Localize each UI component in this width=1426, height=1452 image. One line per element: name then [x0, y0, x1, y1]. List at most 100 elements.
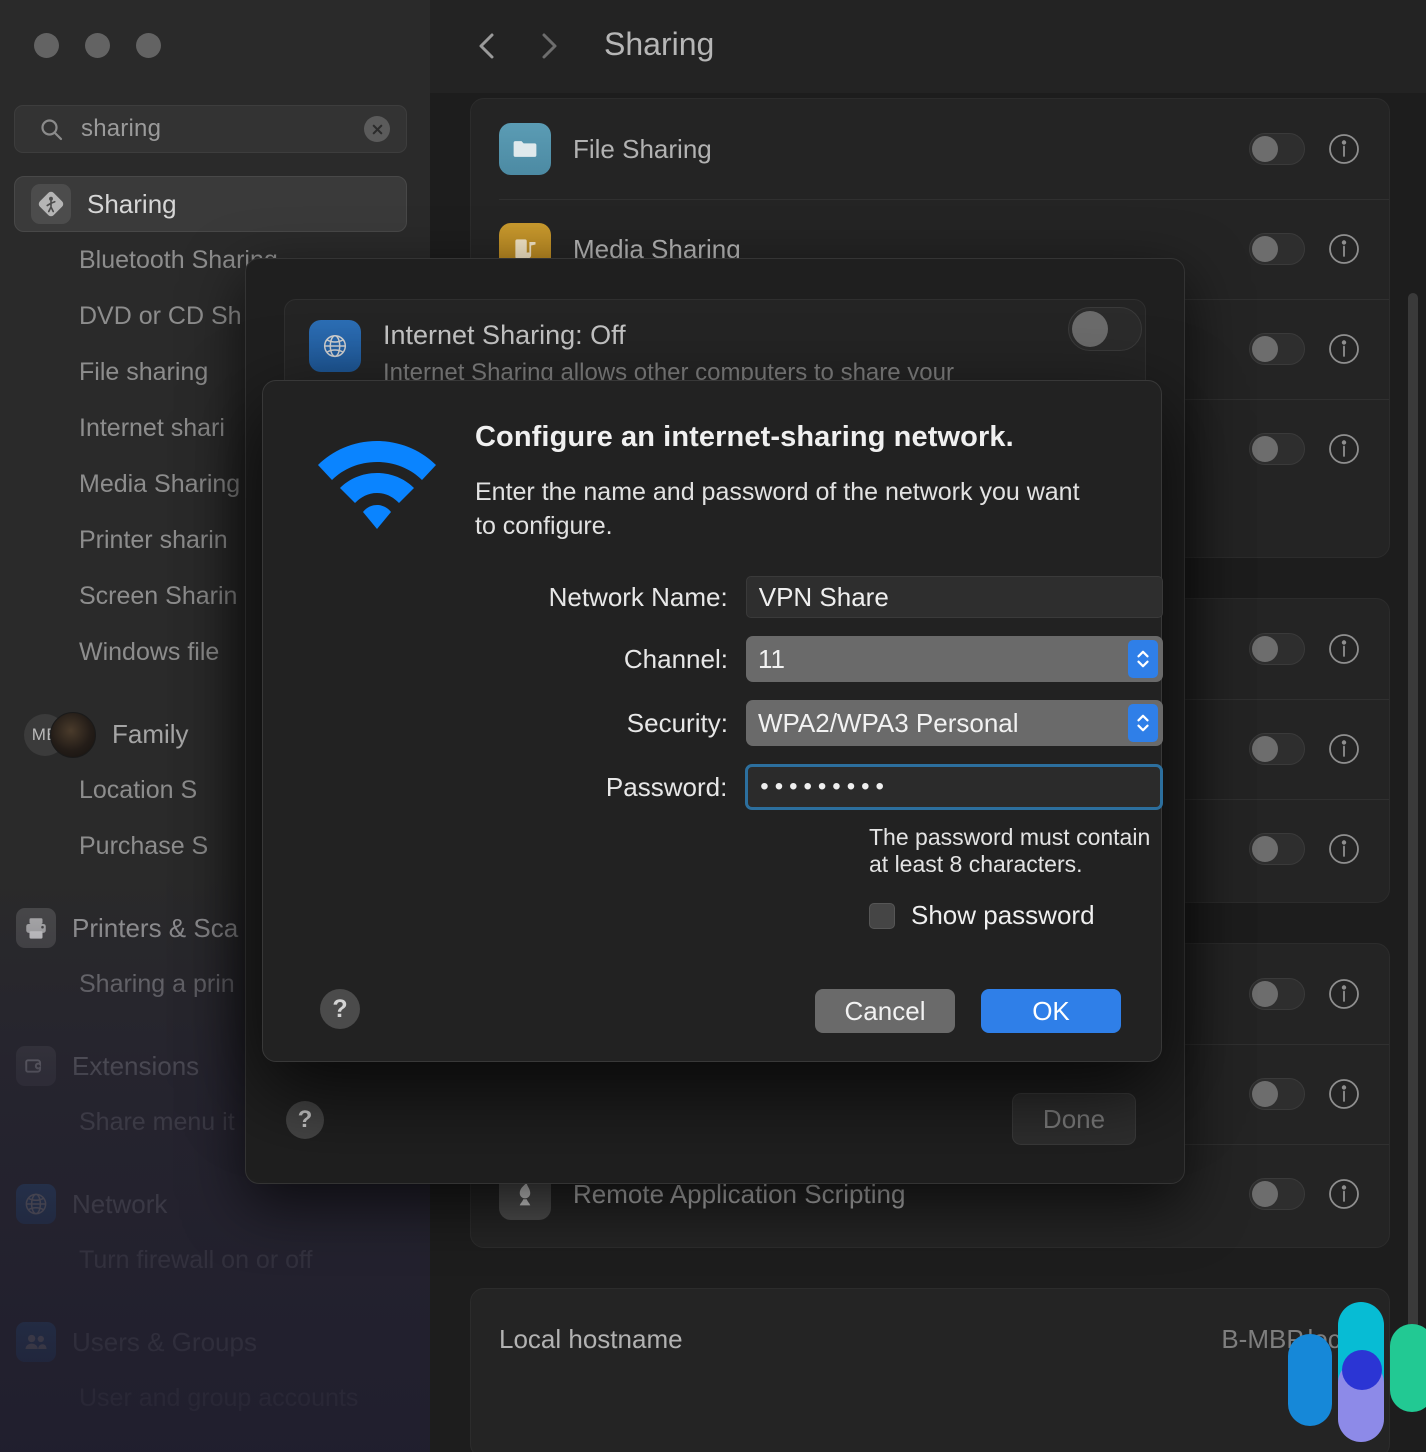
help-button[interactable]: ? — [320, 989, 360, 1029]
chevron-right-icon[interactable] — [532, 24, 566, 68]
waveform-bar-blue — [1288, 1334, 1332, 1426]
sidebar-item-label: User and group accounts — [79, 1384, 358, 1413]
network-name-input[interactable]: VPN Share — [746, 576, 1163, 618]
toggle-service[interactable] — [1249, 833, 1305, 865]
info-icon[interactable] — [1327, 832, 1361, 866]
zoom-window-button[interactable] — [136, 33, 161, 58]
sidebar-item-network[interactable]: Network — [0, 1176, 430, 1232]
channel-value: 11 — [758, 644, 785, 675]
cancel-button[interactable]: Cancel — [815, 989, 955, 1033]
sidebar-item-label: Sharing a prin — [79, 970, 235, 999]
done-button[interactable]: Done — [1012, 1093, 1136, 1145]
ok-button[interactable]: OK — [981, 989, 1121, 1033]
hostname-card: Local hostname B-MBP.local — [470, 1288, 1390, 1452]
dialog-header: Configure an internet-sharing network. E… — [475, 421, 1095, 544]
avatar-photo — [50, 712, 96, 758]
info-icon[interactable] — [1327, 977, 1361, 1011]
users-icon — [16, 1322, 56, 1362]
security-label: Security: — [263, 708, 746, 739]
info-icon[interactable] — [1327, 232, 1361, 266]
dialog-title: Configure an internet-sharing network. — [475, 421, 1095, 454]
sidebar-item-label: Purchase S — [79, 832, 208, 861]
configure-network-dialog: Configure an internet-sharing network. E… — [262, 380, 1162, 1062]
waveform-dot-indigo — [1342, 1350, 1382, 1390]
toggle-service[interactable] — [1249, 433, 1305, 465]
search-field[interactable]: sharing — [14, 105, 407, 153]
page-title: Sharing — [604, 26, 714, 63]
table-row[interactable]: File Sharing — [471, 99, 1389, 199]
row-controls — [1249, 732, 1389, 766]
toggle-remote-application-scripting[interactable] — [1249, 1178, 1305, 1210]
chevron-updown-icon[interactable] — [1128, 704, 1158, 742]
password-label: Password: — [263, 772, 745, 803]
sidebar-item-label: Family — [112, 719, 189, 750]
sidebar-item-turn-firewall[interactable]: Turn firewall on or off — [0, 1232, 430, 1288]
avatar: ME — [24, 712, 96, 756]
sidebar-item-label: Location S — [79, 776, 197, 805]
show-password-label: Show password — [911, 900, 1095, 931]
toggle-service[interactable] — [1249, 978, 1305, 1010]
toggle-file-sharing[interactable] — [1249, 133, 1305, 165]
help-button[interactable]: ? — [286, 1101, 324, 1139]
row-controls — [1249, 832, 1389, 866]
row-controls — [1249, 632, 1389, 666]
password-input[interactable]: ••••••••• — [745, 764, 1163, 810]
internet-sharing-texts: Internet Sharing: Off Internet Sharing a… — [383, 320, 954, 387]
sidebar-item-label: Printers & Sca — [72, 913, 238, 944]
local-hostname-row[interactable]: Local hostname B-MBP.local — [471, 1289, 1389, 1389]
sidebar-item-label: File sharing — [79, 358, 208, 387]
network-form: Network Name: VPN Share Channel: 11 Secu… — [263, 576, 1163, 931]
info-icon[interactable] — [1327, 132, 1361, 166]
wifi-icon — [315, 431, 439, 537]
security-select[interactable]: WPA2/WPA3 Personal — [746, 700, 1163, 746]
info-icon[interactable] — [1327, 1077, 1361, 1111]
toggle-internet-sharing[interactable] — [1068, 307, 1142, 351]
clear-icon[interactable] — [364, 116, 390, 142]
window-traffic-lights — [34, 33, 161, 58]
toggle-service[interactable] — [1249, 633, 1305, 665]
toggle-service[interactable] — [1249, 733, 1305, 765]
sharing-icon — [31, 184, 71, 224]
sidebar-item-sharing[interactable]: Sharing — [14, 176, 407, 232]
info-icon[interactable] — [1327, 432, 1361, 466]
search-input-value[interactable]: sharing — [81, 115, 364, 143]
row-controls — [1249, 432, 1389, 466]
local-hostname-label: Local hostname — [499, 1324, 683, 1355]
toggle-service[interactable] — [1249, 1078, 1305, 1110]
minimize-window-button[interactable] — [85, 33, 110, 58]
row-controls — [1249, 232, 1389, 266]
sidebar-item-label: Network — [72, 1189, 167, 1220]
password-hint: The password must contain at least 8 cha… — [869, 824, 1163, 878]
info-icon[interactable] — [1327, 732, 1361, 766]
waveform-bar-green — [1390, 1324, 1426, 1412]
row-controls — [1249, 1077, 1389, 1111]
chevron-updown-icon[interactable] — [1128, 640, 1158, 678]
show-password-row[interactable]: Show password — [869, 900, 1163, 931]
vertical-scrollbar[interactable] — [1408, 293, 1418, 1373]
search-icon — [39, 117, 63, 141]
channel-select[interactable]: 11 — [746, 636, 1163, 682]
toggle-service[interactable] — [1249, 333, 1305, 365]
sidebar-item-label: Printer sharin — [79, 526, 228, 555]
close-window-button[interactable] — [34, 33, 59, 58]
main-titlebar: Sharing — [430, 0, 1426, 93]
chevron-left-icon[interactable] — [470, 24, 504, 68]
sidebar-item-label: Sharing — [87, 189, 177, 220]
network-name-row: Network Name: VPN Share — [263, 576, 1163, 618]
sidebar-item-label: Internet shari — [79, 414, 225, 443]
info-icon[interactable] — [1327, 332, 1361, 366]
sidebar-item-label: Share menu it — [79, 1108, 235, 1137]
toggle-media-sharing[interactable] — [1249, 233, 1305, 265]
info-icon[interactable] — [1327, 1177, 1361, 1211]
extensions-icon — [16, 1046, 56, 1086]
siri-waveform-overlay — [1280, 1302, 1426, 1422]
sidebar-item-users-groups[interactable]: Users & Groups — [0, 1314, 430, 1370]
sidebar-item-user-group-accounts[interactable]: User and group accounts — [0, 1370, 430, 1426]
row-controls — [1249, 332, 1389, 366]
info-icon[interactable] — [1327, 632, 1361, 666]
sidebar-item-label: Extensions — [72, 1051, 199, 1082]
dialog-subtitle: Enter the name and password of the netwo… — [475, 476, 1095, 544]
show-password-checkbox[interactable] — [869, 903, 895, 929]
row-label: File Sharing — [573, 134, 712, 165]
security-value: WPA2/WPA3 Personal — [758, 708, 1019, 739]
